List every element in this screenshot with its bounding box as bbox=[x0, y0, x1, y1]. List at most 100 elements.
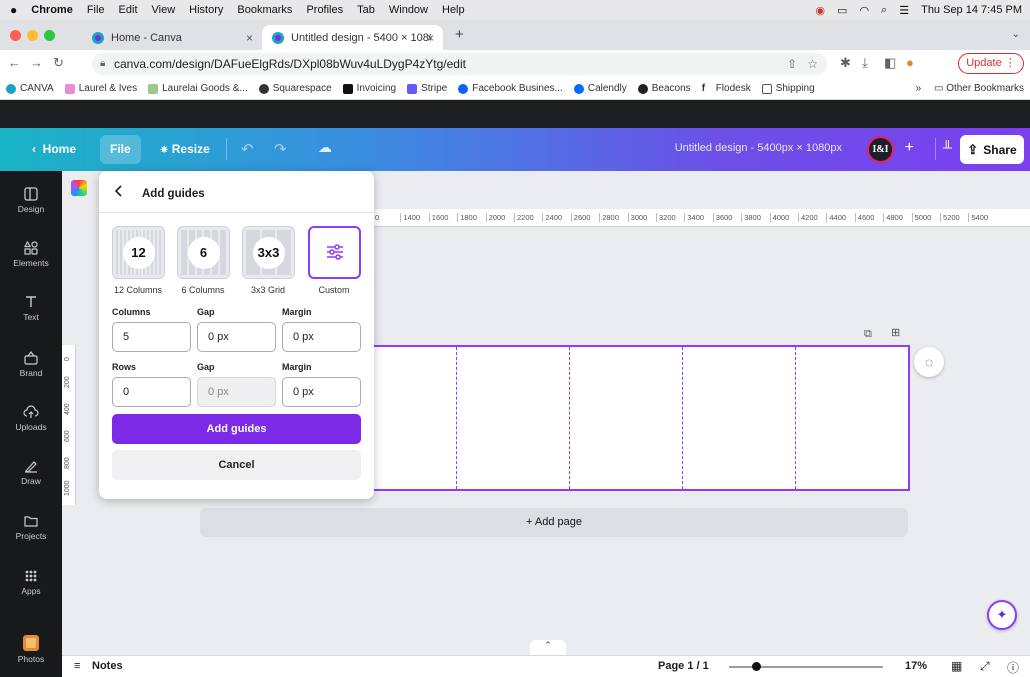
reload-icon[interactable]: ↻ bbox=[53, 55, 64, 71]
sidebar-item-brand[interactable]: Brand bbox=[0, 351, 62, 378]
design-page[interactable] bbox=[341, 345, 910, 491]
sidebar-item-photos[interactable]: Photos bbox=[0, 635, 62, 664]
fullscreen-icon[interactable]: ⤢ bbox=[980, 659, 990, 674]
cancel-button[interactable]: Cancel bbox=[112, 450, 361, 480]
comment-add-button[interactable]: ◌ bbox=[914, 347, 944, 377]
search-icon[interactable]: ⌕ bbox=[881, 4, 887, 17]
menu-bookmarks[interactable]: Bookmarks bbox=[237, 4, 292, 16]
add-guides-button[interactable]: Add guides bbox=[112, 414, 361, 444]
menubar-clock[interactable]: Thu Sep 14 7:45 PM bbox=[921, 4, 1022, 16]
column-guide-line[interactable] bbox=[682, 347, 683, 489]
bookmark-beacons[interactable]: Beacons bbox=[637, 83, 691, 94]
bookmark-shipping[interactable]: Shipping bbox=[761, 83, 815, 94]
rows-input[interactable]: 0 bbox=[112, 377, 191, 407]
menu-profiles[interactable]: Profiles bbox=[306, 4, 343, 16]
bookmark-facebook[interactable]: Facebook Busines... bbox=[458, 83, 563, 94]
add-collaborator-icon[interactable]: + bbox=[905, 139, 914, 157]
sidebar-item-design[interactable]: Design bbox=[0, 187, 62, 214]
page-indicator[interactable]: Page 1 / 1 bbox=[658, 660, 709, 672]
help-icon[interactable]: ⓘ bbox=[1007, 659, 1019, 676]
preset-12-columns[interactable]: 12 bbox=[112, 226, 165, 279]
forward-arrow-icon[interactable]: → bbox=[30, 55, 43, 70]
grid-view-icon[interactable]: ▦ bbox=[951, 659, 962, 673]
bookmark-invoicing[interactable]: Invoicing bbox=[342, 83, 396, 94]
extensions-icon[interactable]: ✱ bbox=[840, 55, 851, 71]
menu-app-name[interactable]: Chrome bbox=[31, 4, 73, 16]
tab-home-canva[interactable]: Home - Canva × bbox=[82, 25, 262, 50]
add-page-icon[interactable]: ⊞ bbox=[891, 326, 900, 339]
wifi-icon[interactable]: ◠ bbox=[859, 4, 869, 17]
menu-file[interactable]: File bbox=[87, 4, 105, 16]
bookmark-squarespace[interactable]: Squarespace bbox=[258, 83, 332, 94]
control-center-icon[interactable]: ☰ bbox=[899, 4, 909, 17]
creative-cloud-icon[interactable]: ◉ bbox=[815, 4, 825, 17]
design-title[interactable]: Untitled design - 5400px × 1080px bbox=[675, 142, 842, 154]
bookmark-calendly[interactable]: Calendly bbox=[573, 83, 627, 94]
tab-untitled-design[interactable]: Untitled design - 5400 × 1080 × bbox=[262, 25, 443, 50]
column-guide-line[interactable] bbox=[569, 347, 570, 489]
zoom-slider[interactable] bbox=[729, 662, 883, 671]
back-arrow-icon[interactable]: ← bbox=[8, 55, 21, 70]
add-page-button[interactable]: + Add page bbox=[200, 508, 908, 537]
bookmark-stripe[interactable]: Stripe bbox=[407, 83, 447, 94]
magic-assistant-button[interactable]: ✦ bbox=[987, 600, 1017, 630]
column-guide-line[interactable] bbox=[795, 347, 796, 489]
bookmark-laurel-ives[interactable]: Laurel & Ives bbox=[64, 83, 137, 94]
tab-search-chevron-icon[interactable]: ⌄ bbox=[1012, 29, 1020, 40]
sidebar-item-apps[interactable]: Apps bbox=[0, 569, 62, 596]
notes-icon[interactable]: ≡ bbox=[74, 660, 80, 672]
resize-button[interactable]: ✷ Resize bbox=[150, 135, 220, 164]
download-icon[interactable]: ⤓ bbox=[862, 55, 868, 71]
zoom-level[interactable]: 17% bbox=[905, 660, 927, 672]
other-bookmarks[interactable]: » ▭ Other Bookmarks bbox=[916, 83, 1024, 94]
bookmark-star-icon[interactable]: ☆ bbox=[807, 53, 818, 75]
preset-6-columns[interactable]: 6 bbox=[177, 226, 230, 279]
profile-avatar-icon[interactable]: ● bbox=[906, 55, 914, 70]
file-menu-button[interactable]: File bbox=[100, 135, 141, 164]
menu-view[interactable]: View bbox=[152, 4, 176, 16]
bookmark-laurelai[interactable]: Laurelai Goods &... bbox=[148, 83, 248, 94]
columns-gap-input[interactable]: 0 px bbox=[197, 322, 276, 352]
menu-edit[interactable]: Edit bbox=[119, 4, 138, 16]
url-field[interactable]: 🔒︎ canva.com/design/DAFueElgRds/DXpl08bW… bbox=[92, 53, 827, 75]
tab-close-icon[interactable]: × bbox=[246, 31, 253, 45]
menu-window[interactable]: Window bbox=[389, 4, 428, 16]
sidebar-item-uploads[interactable]: Uploads bbox=[0, 405, 62, 432]
home-button[interactable]: ‹ Home bbox=[22, 135, 86, 164]
sidebar-item-elements[interactable]: Elements bbox=[0, 241, 62, 268]
sidebar-item-draw[interactable]: Draw bbox=[0, 459, 62, 486]
share-button[interactable]: ⇪ Share bbox=[960, 135, 1024, 164]
columns-input[interactable]: 5 bbox=[112, 322, 191, 352]
apple-icon[interactable]: ● bbox=[10, 3, 17, 17]
duplicate-page-icon[interactable]: ⧉ bbox=[864, 328, 872, 341]
zoom-window-button[interactable] bbox=[44, 30, 55, 41]
share-page-icon[interactable]: ⇧ bbox=[787, 53, 797, 75]
back-chevron-icon[interactable] bbox=[113, 184, 125, 198]
cloud-saved-icon[interactable]: ☁ bbox=[318, 139, 332, 156]
bookmark-canva[interactable]: CANVA bbox=[6, 83, 54, 94]
avatar[interactable]: I&I bbox=[867, 136, 894, 163]
new-tab-button[interactable]: + bbox=[455, 26, 464, 43]
menu-help[interactable]: Help bbox=[442, 4, 465, 16]
menu-tab[interactable]: Tab bbox=[357, 4, 375, 16]
sidebar-item-text[interactable]: Text bbox=[0, 295, 62, 322]
battery-icon[interactable]: ▭ bbox=[837, 4, 847, 17]
preset-3x3-grid[interactable]: 3x3 bbox=[242, 226, 295, 279]
close-window-button[interactable] bbox=[10, 30, 21, 41]
column-guide-line[interactable] bbox=[456, 347, 457, 489]
bookmark-flodesk[interactable]: f Flodesk bbox=[702, 83, 751, 94]
update-button[interactable]: Update ⋮ bbox=[958, 53, 1024, 74]
zoom-slider-handle[interactable] bbox=[752, 662, 762, 671]
redo-icon[interactable]: ↷ bbox=[274, 140, 287, 158]
show-pages-chevron-icon[interactable]: ⌃ bbox=[530, 640, 566, 655]
insights-chart-icon[interactable]: ╨ bbox=[943, 140, 952, 155]
columns-margin-input[interactable]: 0 px bbox=[282, 322, 361, 352]
side-panel-icon[interactable]: ◧ bbox=[884, 55, 896, 71]
rows-margin-input[interactable]: 0 px bbox=[282, 377, 361, 407]
more-bookmarks-chevron[interactable]: » bbox=[916, 83, 922, 94]
undo-icon[interactable]: ↶ bbox=[241, 140, 254, 158]
color-picker-icon[interactable] bbox=[71, 180, 87, 196]
tab-close-icon[interactable]: × bbox=[427, 31, 434, 45]
preset-custom[interactable] bbox=[308, 226, 361, 279]
minimize-window-button[interactable] bbox=[27, 30, 38, 41]
